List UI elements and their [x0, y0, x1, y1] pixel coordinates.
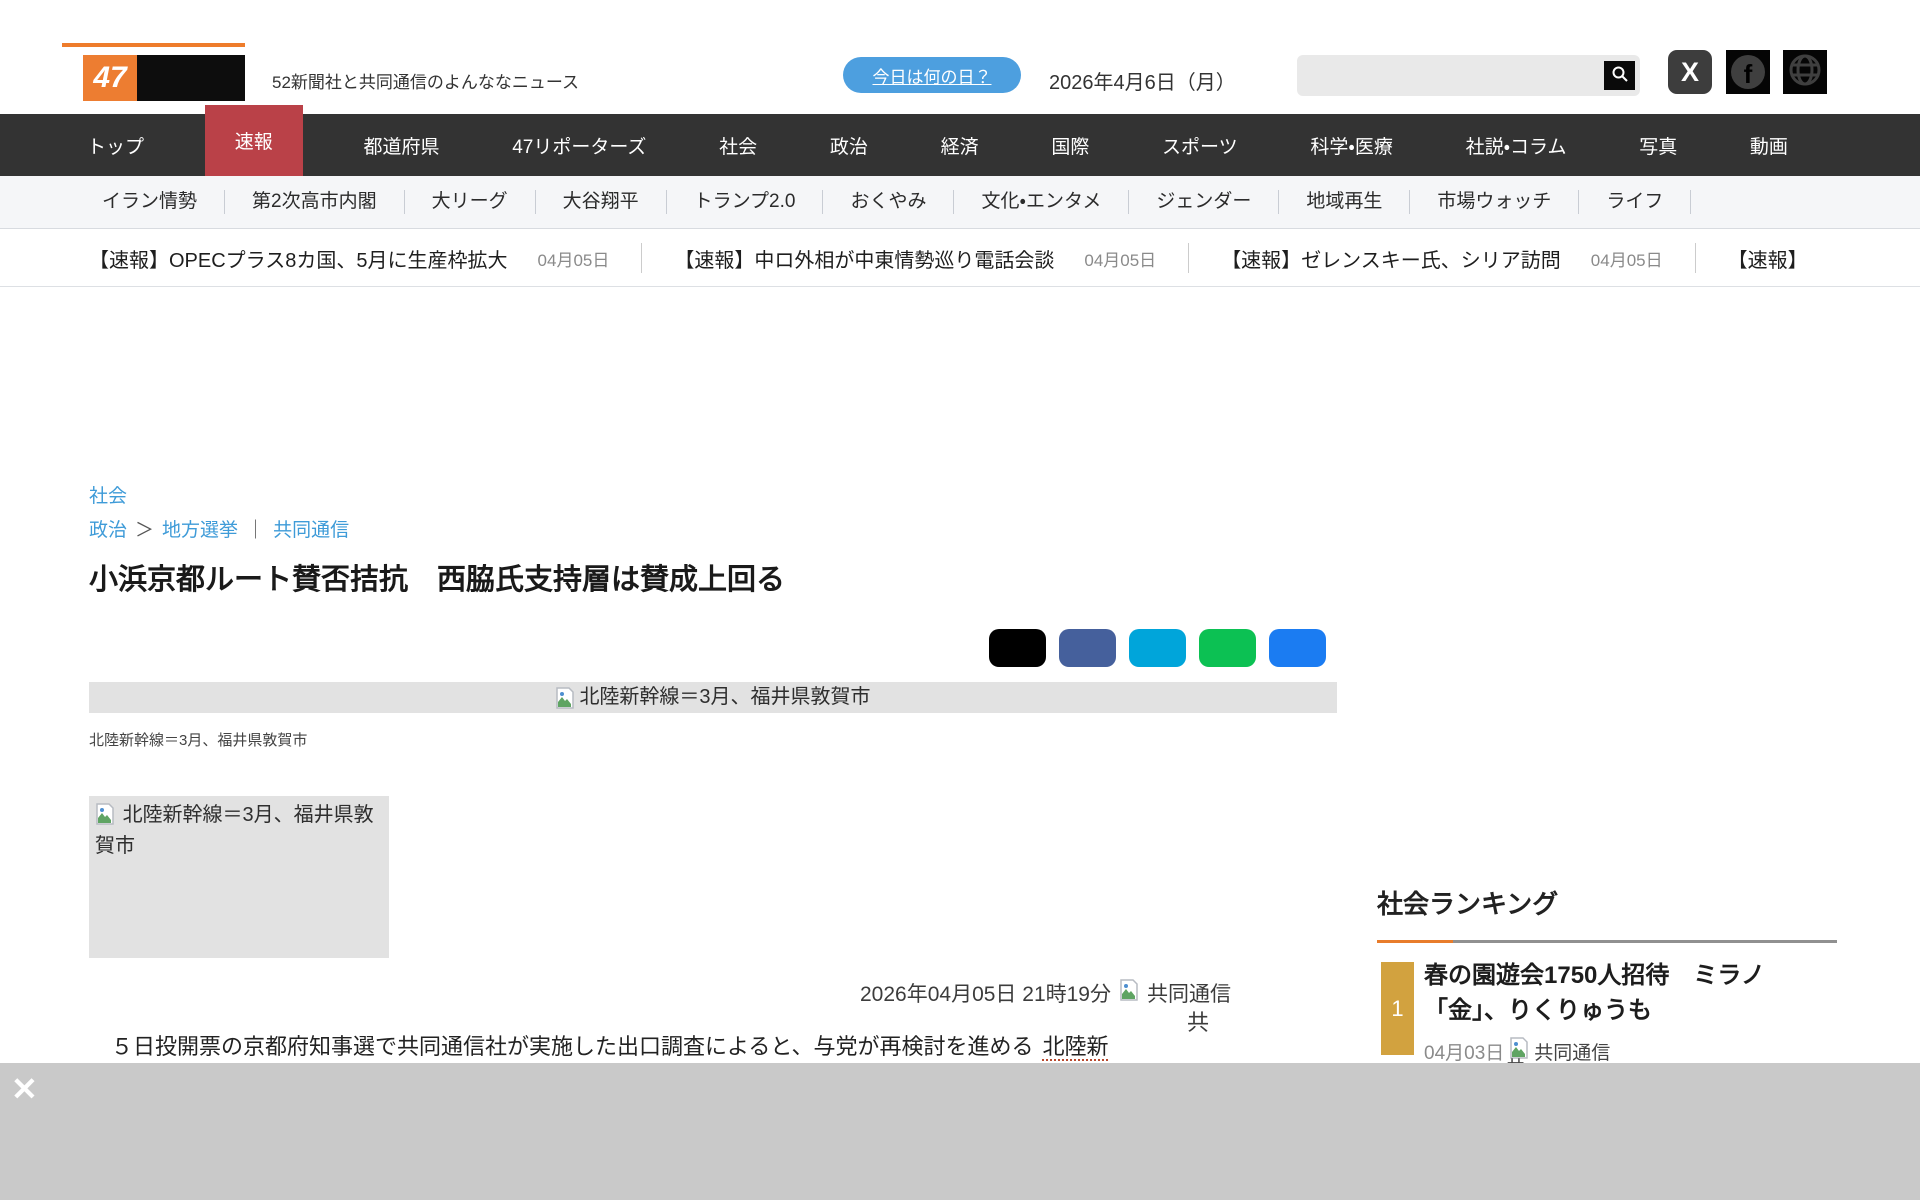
- topic-item-mlb[interactable]: 大リーグ: [405, 190, 536, 214]
- share-button-misc[interactable]: [1269, 629, 1326, 667]
- main-navigation: トップ 速報 都道府県 47リポーターズ 社会 政治 経済 国際 スポーツ 科学…: [0, 105, 1920, 176]
- topic-item-trump[interactable]: トランプ2.0: [667, 190, 824, 214]
- article-hero-image-placeholder: 北陸新幹線＝3月、福井県敦賀市: [89, 682, 1337, 713]
- search-box: [1297, 55, 1640, 96]
- topic-item-regional[interactable]: 地域再生: [1279, 190, 1411, 214]
- site-logo[interactable]: 47: [83, 55, 245, 101]
- article-body-text: ５日投開票の京都府知事選で共同通信社が実施した出口調査によると、与党が再検討を進…: [89, 1030, 1359, 1064]
- broken-image-icon: [95, 803, 123, 826]
- topic-item-ohtani[interactable]: 大谷翔平: [536, 190, 667, 214]
- logo-news-block: [137, 55, 245, 101]
- ranking-item-date: 04月03日: [1424, 1042, 1505, 1064]
- article-title: 小浜京都ルート賛否拮抗 西脇氏支持層は賛成上回る: [89, 564, 786, 596]
- breadcrumb-politics[interactable]: 政治: [89, 515, 127, 542]
- broken-image-icon: [1119, 979, 1139, 1007]
- topic-item-okuyami[interactable]: おくやみ: [823, 190, 955, 214]
- nav-item-economy[interactable]: 経済: [929, 114, 991, 176]
- article-thumb-image-placeholder[interactable]: 北陸新幹線＝3月、福井県敦賀市: [89, 796, 389, 958]
- logo-47-badge: 47: [83, 55, 137, 101]
- ranking-item-source: 共同通信: [1534, 1042, 1611, 1064]
- nav-item-international[interactable]: 国際: [1039, 114, 1101, 176]
- share-button-row: [989, 629, 1330, 667]
- page: 47 52新聞社と共同通信のよんななニュース 今日は何の日？ 2026年4月6日…: [0, 0, 1920, 1200]
- thumb-image-alt-text: 北陸新幹線＝3月、福井県敦賀市: [95, 804, 374, 857]
- facebook-social-icon[interactable]: f: [1726, 50, 1770, 94]
- nav-item-editorial-column[interactable]: 社説・コラム: [1454, 114, 1579, 176]
- share-button-facebook[interactable]: [1059, 629, 1116, 667]
- overlay-close-button[interactable]: ✕: [11, 1073, 38, 1105]
- nav-item-reporters[interactable]: 47リポーターズ: [500, 114, 658, 176]
- article-dateline: 2026年04月05日 21時19分 共同通信: [860, 978, 1231, 1008]
- ticker-item[interactable]: 【速報】: [1728, 243, 1840, 273]
- sidebar-ranking-rule: [1377, 940, 1837, 943]
- topic-item-life[interactable]: ライフ: [1579, 190, 1692, 214]
- nav-item-sports[interactable]: スポーツ: [1150, 114, 1250, 176]
- nav-item-science-medical[interactable]: 科学・医療: [1298, 114, 1404, 176]
- publish-datetime: 2026年04月05日 21時19分: [860, 983, 1111, 1006]
- x-social-icon[interactable]: X: [1668, 50, 1712, 94]
- article-body-lead: ５日投開票の京都府知事選で共同通信社が実施した出口調査によると、与党が再検討を進…: [89, 1034, 1034, 1059]
- hero-image-alt-text: 北陸新幹線＝3月、福井県敦賀市: [579, 686, 871, 708]
- ticker-title: 【速報】: [1727, 249, 1808, 272]
- nav-item-video[interactable]: 動画: [1738, 114, 1800, 176]
- breadcrumb-separator: ＞: [135, 520, 155, 541]
- ticker-item[interactable]: 【速報】OPECプラス8カ国、5月に生産枠拡大 04月05日: [89, 243, 643, 273]
- topic-item-gender[interactable]: ジェンダー: [1129, 190, 1280, 214]
- search-icon: [1611, 65, 1629, 86]
- today-topic-button[interactable]: 今日は何の日？: [843, 57, 1021, 93]
- search-input[interactable]: [1297, 55, 1604, 96]
- category-link-society[interactable]: 社会: [89, 481, 127, 508]
- nav-item-society[interactable]: 社会: [707, 114, 769, 176]
- ticker-item[interactable]: 【速報】中ロ外相が中東情勢巡り電話会談 04月05日: [674, 243, 1190, 273]
- topic-item-cabinet[interactable]: 第2次高市内閣: [225, 190, 405, 214]
- share-button-hatena[interactable]: [1129, 629, 1186, 667]
- hero-image-caption: 北陸新幹線＝3月、福井県敦賀市: [89, 732, 308, 749]
- nav-item-politics[interactable]: 政治: [818, 114, 880, 176]
- ticker-date: 04月05日: [537, 250, 610, 270]
- breaking-news-ticker: 【速報】OPECプラス8カ国、5月に生産枠拡大 04月05日 【速報】中ロ外相が…: [0, 230, 1920, 287]
- site-tagline: 52新聞社と共同通信のよんななニュース: [272, 73, 580, 92]
- globe-social-icon[interactable]: [1783, 50, 1827, 94]
- sidebar-ranking-heading: 社会ランキング: [1377, 889, 1559, 919]
- ticker-item[interactable]: 【速報】ゼレンスキー氏、シリア訪問 04月05日: [1221, 243, 1696, 273]
- facebook-icon: f: [1731, 55, 1765, 89]
- ticker-title: 【速報】OPECプラス8カ国、5月に生産枠拡大: [89, 249, 508, 272]
- brand-accent-line: [62, 43, 245, 47]
- nav-item-prefectures[interactable]: 都道府県: [351, 114, 451, 176]
- share-button-x[interactable]: [989, 629, 1046, 667]
- share-button-line[interactable]: [1199, 629, 1256, 667]
- current-date: 2026年4月6日（月）: [1049, 72, 1236, 94]
- nav-item-photo[interactable]: 写真: [1627, 114, 1689, 176]
- ticker-date: 04月05日: [1590, 250, 1663, 270]
- topic-item-culture[interactable]: 文化・エンタメ: [954, 190, 1130, 214]
- keyword-link-hokuriku[interactable]: 北陸新: [1042, 1034, 1109, 1061]
- topic-item-market[interactable]: 市場ウォッチ: [1410, 190, 1580, 214]
- bottom-ad-overlay: ✕: [0, 1063, 1920, 1200]
- nav-item-top[interactable]: トップ: [75, 114, 156, 176]
- ranking-item-title[interactable]: 春の園遊会1750人招待 ミラノ「金」、りくりゅうも: [1424, 958, 1836, 1028]
- topic-item-iran[interactable]: イラン情勢: [75, 190, 226, 214]
- source-label: 共同通信: [1147, 983, 1231, 1006]
- breadcrumb-divider: ｜: [246, 520, 266, 541]
- search-button[interactable]: [1604, 61, 1635, 90]
- globe-icon: [1787, 52, 1823, 93]
- ticker-title: 【速報】中ロ外相が中東情勢巡り電話会談: [674, 249, 1055, 272]
- ticker-title: 【速報】ゼレンスキー氏、シリア訪問: [1221, 249, 1561, 272]
- ticker-date: 04月05日: [1084, 250, 1157, 270]
- breadcrumb-local-election[interactable]: 地方選挙: [162, 515, 238, 542]
- breadcrumb: 政治 ＞ 地方選挙 ｜ 共同通信: [89, 515, 349, 542]
- topic-navigation: イラン情勢 第2次高市内閣 大リーグ 大谷翔平 トランプ2.0 おくやみ 文化・…: [0, 176, 1920, 229]
- breadcrumb-kyodo[interactable]: 共同通信: [273, 515, 349, 542]
- broken-image-icon: [555, 687, 575, 714]
- nav-item-sokuho[interactable]: 速報: [204, 105, 303, 176]
- ranking-badge-1: 1: [1381, 962, 1414, 1055]
